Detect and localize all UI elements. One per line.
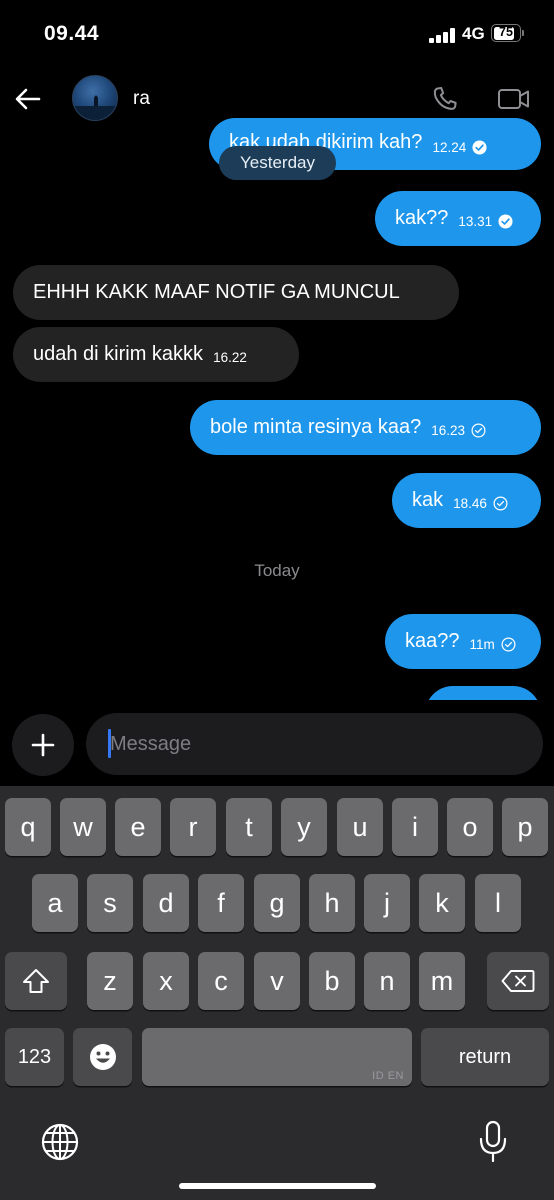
read-check-icon bbox=[472, 139, 487, 155]
sent-check-icon bbox=[471, 423, 486, 438]
key-m[interactable]: m bbox=[419, 952, 465, 1010]
sent-check-icon bbox=[501, 637, 516, 652]
message-field[interactable] bbox=[86, 713, 543, 775]
video-call-button[interactable] bbox=[497, 85, 531, 113]
key-o[interactable]: o bbox=[447, 798, 493, 856]
key-w[interactable]: w bbox=[60, 798, 106, 856]
key-u[interactable]: u bbox=[337, 798, 383, 856]
phone-icon bbox=[433, 87, 457, 110]
battery-nub bbox=[522, 30, 524, 36]
message-text: EHHH KAKK MAAF NOTIF GA MUNCUL bbox=[33, 281, 400, 303]
message-time: 18.46 bbox=[453, 496, 487, 511]
date-separator-yesterday: Yesterday bbox=[219, 146, 336, 180]
message-text: bole minta resinya kaa? bbox=[210, 416, 422, 438]
message-time: 12.24 bbox=[432, 139, 467, 155]
message-text: udah di kirim kakkk bbox=[33, 343, 204, 365]
globe-button[interactable] bbox=[40, 1122, 80, 1162]
key-e[interactable]: e bbox=[115, 798, 161, 856]
key-h[interactable]: h bbox=[309, 874, 355, 932]
status-time: 09.44 bbox=[44, 22, 100, 45]
key-y[interactable]: y bbox=[281, 798, 327, 856]
emoji-icon bbox=[89, 1044, 116, 1070]
plus-icon bbox=[31, 733, 55, 757]
key-a[interactable]: a bbox=[32, 874, 78, 932]
backspace-icon bbox=[501, 970, 535, 992]
date-separator-today: Today bbox=[254, 561, 300, 580]
key-c[interactable]: c bbox=[198, 952, 244, 1010]
message-outgoing[interactable]: kak?? 13.31 bbox=[375, 191, 541, 246]
dictation-button[interactable] bbox=[478, 1120, 508, 1164]
shift-key[interactable] bbox=[5, 952, 67, 1010]
key-f[interactable]: f bbox=[198, 874, 244, 932]
read-check-icon bbox=[498, 214, 513, 229]
key-s[interactable]: s bbox=[87, 874, 133, 932]
message-text: kaa?? bbox=[405, 630, 460, 652]
message-outgoing[interactable]: kaa?? 11m bbox=[385, 614, 541, 669]
key-i[interactable]: i bbox=[392, 798, 438, 856]
key-g[interactable]: g bbox=[254, 874, 300, 932]
message-outgoing[interactable]: kak 18.46 bbox=[392, 473, 541, 528]
key-k[interactable]: k bbox=[419, 874, 465, 932]
key-t[interactable]: t bbox=[226, 798, 272, 856]
key-q[interactable]: q bbox=[5, 798, 51, 856]
microphone-icon bbox=[479, 1120, 507, 1163]
key-v[interactable]: v bbox=[254, 952, 300, 1010]
key-n[interactable]: n bbox=[364, 952, 410, 1010]
battery-icon: 75 bbox=[491, 24, 521, 42]
key-p[interactable]: p bbox=[502, 798, 548, 856]
text-cursor bbox=[108, 729, 111, 758]
voice-call-button[interactable] bbox=[430, 84, 462, 114]
key-d[interactable]: d bbox=[143, 874, 189, 932]
message-text: kak bbox=[412, 489, 444, 511]
back-button[interactable] bbox=[12, 84, 44, 114]
message-incoming[interactable]: EHHH KAKK MAAF NOTIF GA MUNCUL bbox=[13, 265, 459, 320]
key-z[interactable]: z bbox=[87, 952, 133, 1010]
key-b[interactable]: b bbox=[309, 952, 355, 1010]
battery-level: 75 bbox=[499, 25, 513, 39]
return-key[interactable]: return bbox=[421, 1028, 549, 1086]
key-l[interactable]: l bbox=[475, 874, 521, 932]
message-time: 16.23 bbox=[431, 423, 466, 438]
numbers-key[interactable]: 123 bbox=[5, 1028, 64, 1086]
keyboard-languages: ID EN bbox=[372, 1070, 404, 1082]
message-input[interactable] bbox=[108, 731, 543, 757]
back-arrow-icon bbox=[15, 88, 41, 110]
contact-name[interactable]: ra bbox=[133, 88, 150, 110]
globe-icon bbox=[41, 1123, 79, 1161]
network-type: 4G bbox=[462, 24, 485, 43]
key-j[interactable]: j bbox=[364, 874, 410, 932]
sent-check-icon bbox=[493, 496, 508, 511]
key-r[interactable]: r bbox=[170, 798, 216, 856]
emoji-key[interactable] bbox=[73, 1028, 132, 1086]
delete-key[interactable] bbox=[487, 952, 549, 1010]
add-attachment-button[interactable] bbox=[12, 714, 74, 776]
space-key[interactable]: ID EN bbox=[142, 1028, 412, 1086]
shift-arrow-icon bbox=[23, 969, 49, 993]
key-x[interactable]: x bbox=[143, 952, 189, 1010]
message-time: 13.31 bbox=[458, 214, 493, 229]
message-text: kak?? bbox=[395, 207, 449, 229]
message-time: 16.22 bbox=[213, 350, 247, 365]
avatar-picture bbox=[73, 95, 117, 120]
message-outgoing[interactable]: bole minta resinya kaa? 16.23 bbox=[190, 400, 541, 455]
home-indicator bbox=[179, 1183, 376, 1189]
message-incoming[interactable]: udah di kirim kakkk 16.22 bbox=[13, 327, 299, 382]
contact-avatar[interactable] bbox=[72, 75, 118, 121]
cellular-signal-icon bbox=[429, 27, 457, 43]
video-camera-icon bbox=[498, 89, 529, 109]
message-time: 11m bbox=[469, 637, 495, 652]
keyboard: q w e r t y u i o p a s d f g h j k l z … bbox=[0, 786, 554, 1200]
